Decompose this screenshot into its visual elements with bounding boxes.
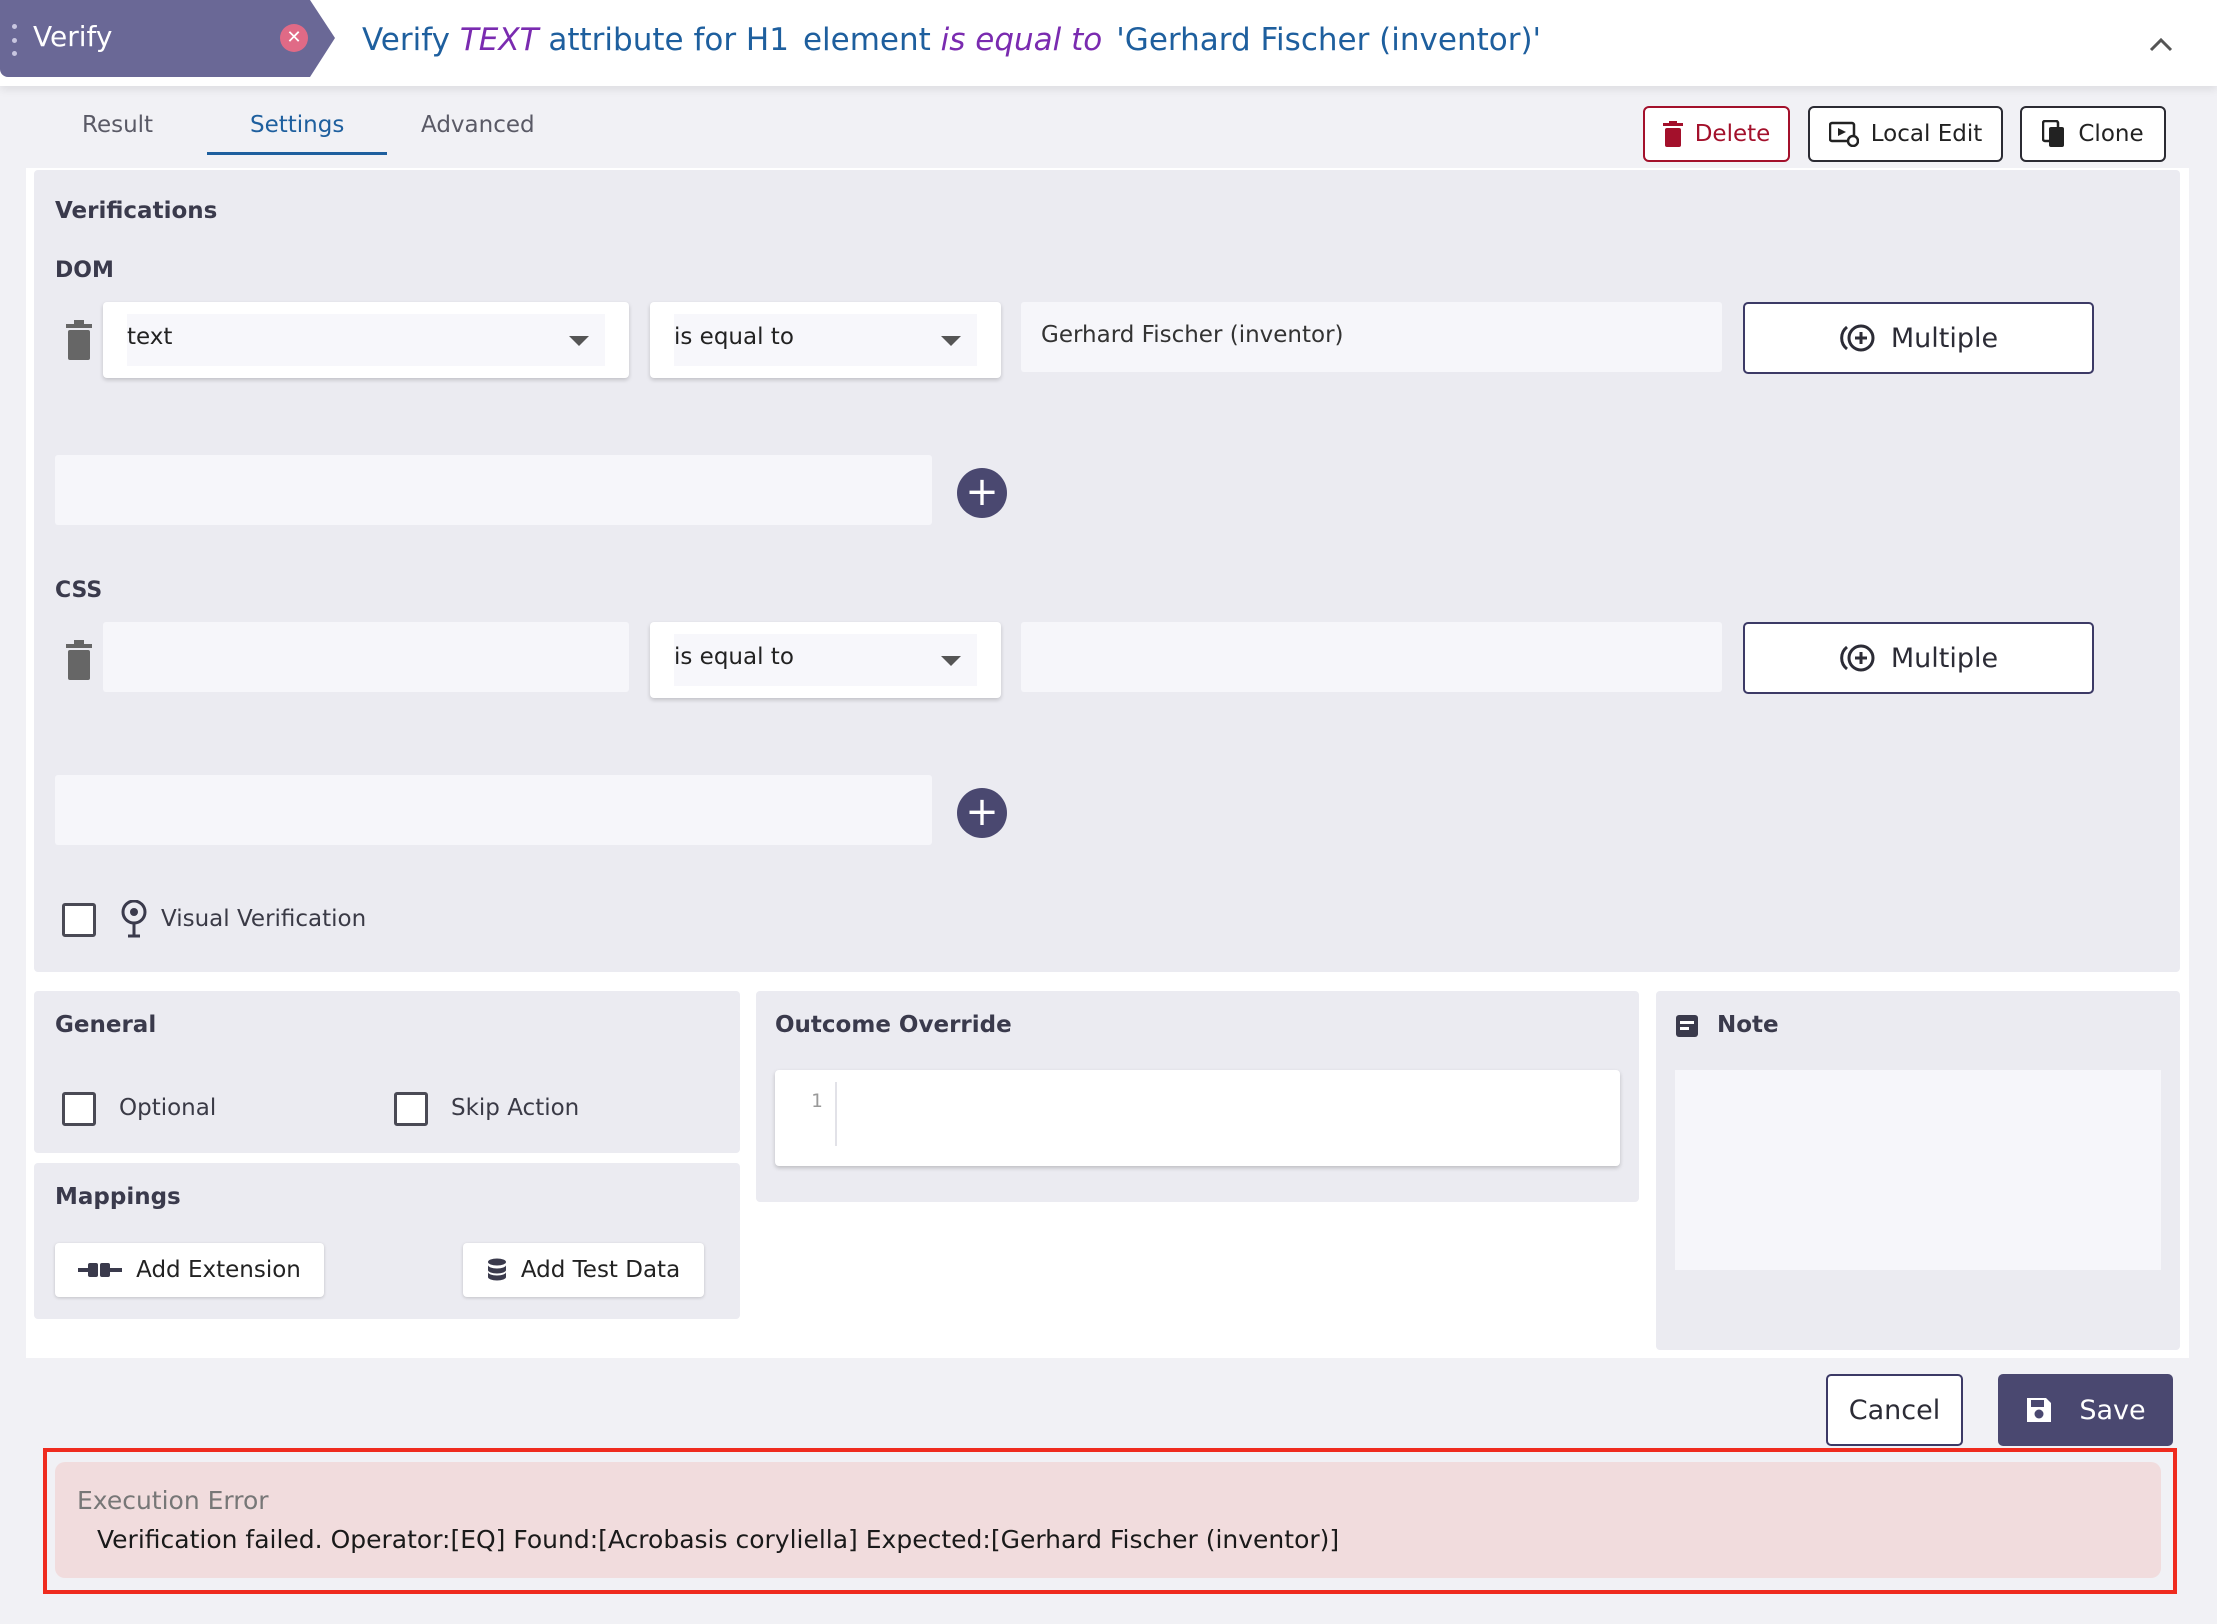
delete-label: Delete <box>1694 121 1771 147</box>
active-tab-indicator <box>207 152 387 155</box>
local-edit-button[interactable]: Local Edit <box>1808 106 2003 162</box>
headline-element-word: element <box>802 22 931 58</box>
visual-verification-checkbox[interactable] <box>62 903 96 937</box>
chevron-down-icon <box>941 336 961 346</box>
dom-multiple-label: Multiple <box>1890 322 1999 354</box>
dom-value-text: Gerhard Fischer (inventor) <box>1041 322 1344 348</box>
local-edit-label: Local Edit <box>1870 121 1983 147</box>
add-test-data-label: Add Test Data <box>520 1257 681 1283</box>
chevron-down-icon <box>569 336 589 346</box>
optional-label: Optional <box>119 1095 217 1121</box>
step-headline: Verify TEXT attribute for H1 element is e… <box>362 22 1541 58</box>
css-new-row-input[interactable] <box>55 775 932 845</box>
dom-label: DOM <box>55 258 114 283</box>
step-type-label: Verify <box>33 20 113 53</box>
dom-attribute-value: text <box>127 324 173 350</box>
note-icon <box>1676 1015 1698 1037</box>
css-property-input[interactable] <box>103 622 629 692</box>
dom-multiple-button[interactable]: Multiple <box>1743 302 2094 374</box>
tab-advanced[interactable]: Advanced <box>421 112 535 138</box>
trash-icon <box>1662 121 1683 147</box>
floppy-disk-icon <box>2027 1398 2052 1422</box>
visual-verification-label: Visual Verification <box>161 906 367 932</box>
clone-icon <box>2042 120 2065 147</box>
css-operator-select[interactable]: is equal to <box>650 622 1001 698</box>
execution-error-title: Execution Error <box>77 1486 269 1515</box>
css-multiple-button[interactable]: Multiple <box>1743 622 2094 694</box>
save-button[interactable]: Save <box>1998 1374 2173 1446</box>
add-dom-row-icon[interactable]: + <box>957 468 1007 518</box>
save-label: Save <box>2079 1394 2146 1426</box>
cancel-label: Cancel <box>1848 1394 1941 1426</box>
dom-value-input[interactable]: Gerhard Fischer (inventor) <box>1021 302 1722 372</box>
optional-checkbox[interactable] <box>62 1092 96 1126</box>
dom-new-row-input[interactable] <box>55 455 932 525</box>
note-textarea[interactable] <box>1675 1070 2161 1270</box>
add-test-data-button[interactable]: Add Test Data <box>463 1243 704 1297</box>
cancel-button[interactable]: Cancel <box>1826 1374 1963 1446</box>
add-extension-button[interactable]: Add Extension <box>55 1243 324 1297</box>
local-edit-icon <box>1828 121 1859 147</box>
css-label: CSS <box>55 578 103 603</box>
chevron-down-icon <box>941 656 961 666</box>
headline-value: 'Gerhard Fischer (inventor)' <box>1116 22 1542 58</box>
tab-settings[interactable]: Settings <box>250 112 344 138</box>
dom-operator-value: is equal to <box>674 324 794 350</box>
drag-handle-icon[interactable] <box>12 24 18 56</box>
add-css-row-icon[interactable]: + <box>957 788 1007 838</box>
chevron-up-icon[interactable] <box>2148 32 2174 58</box>
skip-action-checkbox[interactable] <box>394 1092 428 1126</box>
skip-action-label: Skip Action <box>451 1095 580 1121</box>
execution-error-message: Verification failed. Operator:[EQ] Found… <box>97 1525 1340 1554</box>
add-multiple-icon <box>1840 324 1875 352</box>
css-value-input[interactable] <box>1021 622 1722 692</box>
eye-pin-icon <box>121 900 147 938</box>
add-extension-label: Add Extension <box>136 1257 301 1283</box>
add-multiple-icon <box>1840 644 1875 672</box>
delete-css-row-icon[interactable] <box>66 640 92 680</box>
headline-prefix: Verify <box>362 22 450 58</box>
database-icon <box>487 1258 506 1281</box>
css-multiple-label: Multiple <box>1890 642 1999 674</box>
headline-middle: attribute for H1 <box>548 22 789 58</box>
mappings-title: Mappings <box>55 1184 181 1210</box>
plug-icon <box>78 1263 123 1277</box>
dom-operator-select[interactable]: is equal to <box>650 302 1001 378</box>
outcome-override-title: Outcome Override <box>775 1012 1012 1038</box>
outcome-override-editor[interactable]: 1 <box>775 1070 1620 1166</box>
general-title: General <box>55 1012 157 1038</box>
clone-label: Clone <box>2078 121 2144 147</box>
delete-dom-row-icon[interactable] <box>66 320 92 360</box>
execution-error-box <box>55 1462 2161 1578</box>
dom-attribute-select[interactable]: text <box>103 302 629 378</box>
verifications-panel <box>34 170 2180 972</box>
line-number: 1 <box>811 1090 823 1112</box>
delete-button[interactable]: Delete <box>1643 106 1790 162</box>
close-icon[interactable]: ✕ <box>280 24 308 52</box>
css-operator-value: is equal to <box>674 644 794 670</box>
clone-button[interactable]: Clone <box>2020 106 2166 162</box>
tab-result[interactable]: Result <box>82 112 153 138</box>
headline-attribute: TEXT <box>459 22 539 58</box>
note-title: Note <box>1717 1012 1779 1038</box>
headline-operator: is equal to <box>940 22 1103 58</box>
verifications-title: Verifications <box>55 198 218 224</box>
